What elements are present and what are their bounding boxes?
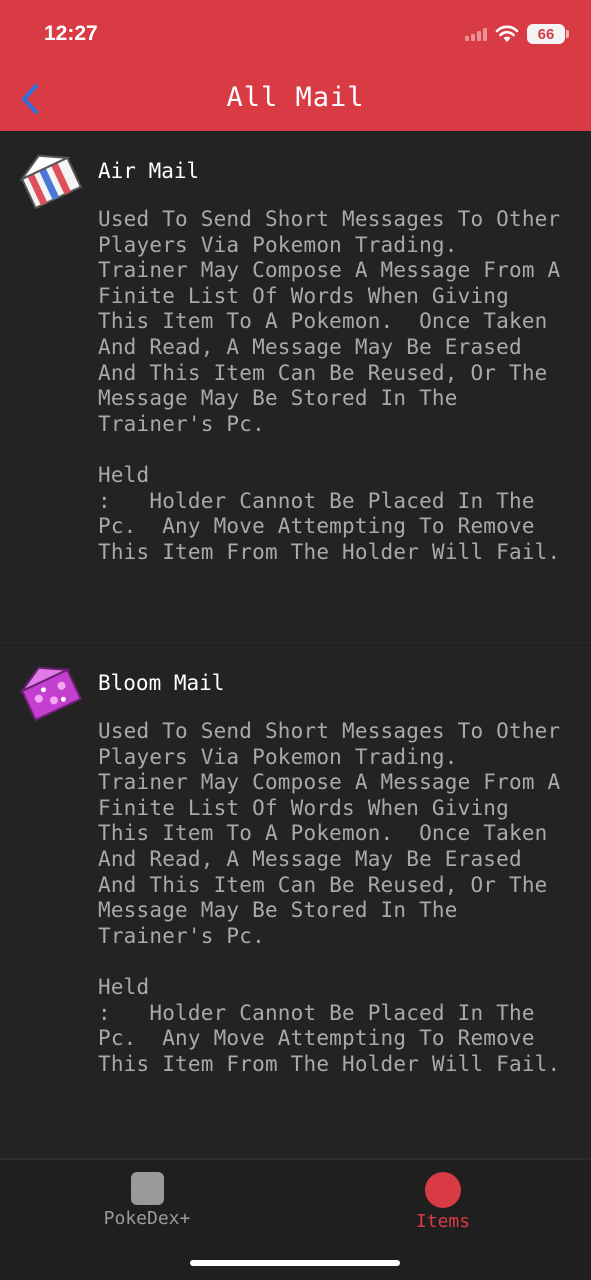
item-description: Used To Send Short Messages To Other Pla… [98,207,561,564]
items-circle-icon [425,1172,461,1208]
wifi-icon [495,25,519,42]
list-item-air-mail[interactable]: Air Mail Used To Send Short Messages To … [0,131,591,643]
bloom-mail-icon [18,666,83,722]
tab-label: PokeDex+ [103,1208,191,1229]
item-description: Used To Send Short Messages To Other Pla… [98,719,561,1076]
item-name: Bloom Mail [98,671,225,695]
pokedex-square-icon [130,1172,164,1205]
page-title: All Mail [226,82,365,113]
status-time: 12:27 [44,22,98,45]
tab-items[interactable]: Items [363,1172,523,1232]
item-name: Air Mail [98,159,200,183]
mail-list: Air Mail Used To Send Short Messages To … [0,131,591,1159]
status-icons: 66 [465,24,569,44]
list-item-bloom-mail[interactable]: Bloom Mail Used To Send Short Messages T… [0,643,591,1159]
home-indicator[interactable] [190,1260,400,1266]
tab-label: Items [415,1211,471,1232]
cellular-signal-icon [465,27,487,41]
air-mail-icon [18,154,83,210]
header-bar: 12:27 66 All Mail [0,0,591,131]
battery-indicator: 66 [527,24,569,44]
tab-pokedex[interactable]: PokeDex+ [67,1172,227,1232]
